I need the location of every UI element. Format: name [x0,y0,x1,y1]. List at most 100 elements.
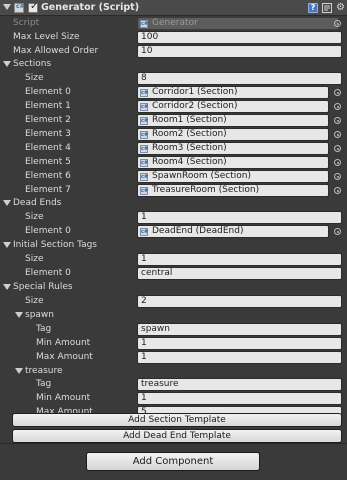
dead-end-asset-icon [140,227,148,237]
sections-foldout[interactable]: Sections [0,57,347,71]
special-rules-fold-arrow-icon[interactable] [3,284,11,290]
dead-ends-fold-arrow-icon[interactable] [3,200,11,206]
sections-size-label: Size [25,73,44,83]
object-picker-icon[interactable] [334,131,341,138]
dead-ends-size-label: Size [25,212,44,222]
dead-ends-foldout[interactable]: Dead Ends [0,196,347,210]
rule-max-input[interactable]: 1 [137,351,342,364]
initial-section-tags-size-input[interactable]: 1 [137,253,342,266]
section-object-field[interactable]: Room2 (Section) [137,128,329,141]
section-object-field[interactable]: Room3 (Section) [137,142,329,155]
section-value: Corridor1 (Section) [152,87,238,97]
component-title: Generator (Script) [41,2,140,13]
object-picker-icon[interactable] [334,103,341,110]
rule-name: spawn [25,310,54,320]
collapse-arrow-icon[interactable] [3,4,11,10]
rule-tag-row: Tag treasure [0,377,347,391]
element-label: Element 6 [25,171,71,181]
initial-section-tags-fold-arrow-icon[interactable] [3,242,11,248]
dead-end-object-field[interactable]: DeadEnd (DeadEnd) [137,225,329,238]
element-label: Element 7 [25,185,71,195]
rule-tag-input[interactable]: spawn [137,323,342,336]
rule-name: treasure [25,366,63,376]
enabled-checkbox[interactable] [28,1,38,13]
sections-size-input[interactable]: 8 [137,72,342,85]
section-object-field[interactable]: Room1 (Section) [137,114,329,127]
section-value: Room1 (Section) [152,115,227,125]
rule-max-row: Max Amount 1 [0,350,347,364]
object-picker-icon[interactable] [334,228,341,235]
help-icon[interactable]: ? [308,3,318,13]
section-value: TreasureRoom (Section) [152,185,260,195]
object-picker-icon[interactable] [334,117,341,124]
max-level-size-label: Max Level Size [13,32,80,42]
rule-tag-label: Tag [36,324,52,334]
add-component-button[interactable]: Add Component [86,452,260,471]
section-asset-icon [140,130,148,140]
script-asset-icon [140,19,148,29]
max-level-size-input[interactable]: 100 [137,31,342,44]
preset-icon[interactable] [322,3,332,13]
object-picker-icon[interactable] [334,145,341,152]
component-header[interactable]: Generator (Script) ? ⚙ [0,0,347,16]
sections-element-row: Element 3 Room2 (Section) [0,127,347,141]
dead-ends-element-row: Element 0 DeadEnd (DeadEnd) [0,224,347,238]
sections-element-row: Element 6 SpawnRoom (Section) [0,169,347,183]
rule-fold-arrow-icon[interactable] [15,312,23,318]
rule-min-input[interactable]: 1 [137,337,342,350]
script-icon [14,3,25,13]
special-rules-label: Special Rules [13,282,73,292]
element-label: Element 3 [25,129,71,139]
section-object-field[interactable]: Room4 (Section) [137,156,329,169]
section-asset-icon [140,158,148,168]
script-row: Script Generator [0,16,347,30]
element-label: Element 0 [25,226,71,236]
section-asset-icon [140,172,148,182]
object-picker-icon[interactable] [334,89,341,96]
initial-section-tag-input[interactable]: central [137,267,342,280]
sections-element-row: Element 7 TreasureRoom (Section) [0,183,347,197]
rule-min-label: Min Amount [36,393,91,403]
special-rules-size-label: Size [25,296,44,306]
sections-fold-arrow-icon[interactable] [3,61,11,67]
rule-tag-label: Tag [36,379,52,389]
object-picker-icon[interactable] [334,187,341,194]
add-dead-end-template-button[interactable]: Add Dead End Template [12,429,342,443]
rule-min-input[interactable]: 1 [137,392,342,405]
rule-foldout-treasure[interactable]: treasure [0,364,347,378]
dead-ends-label: Dead Ends [13,198,62,208]
object-picker-icon[interactable] [334,173,341,180]
max-allowed-order-label: Max Allowed Order [13,46,99,56]
object-picker-icon[interactable] [334,159,341,166]
divider [0,443,347,444]
initial-section-tags-size-label: Size [25,254,44,264]
rule-tag-input[interactable]: treasure [137,378,342,391]
element-label: Element 0 [25,87,71,97]
sections-size-row: Size 8 [0,71,347,85]
gear-icon[interactable]: ⚙ [336,3,346,13]
element-label: Element 1 [25,101,71,111]
sections-label: Sections [13,59,52,69]
section-value: Corridor2 (Section) [152,101,238,111]
initial-section-tags-foldout[interactable]: Initial Section Tags [0,238,347,252]
rule-foldout-spawn[interactable]: spawn [0,308,347,322]
rule-tag-row: Tag spawn [0,322,347,336]
add-section-template-button[interactable]: Add Section Template [12,413,342,427]
initial-section-tags-label: Initial Section Tags [13,240,97,250]
section-object-field[interactable]: Corridor2 (Section) [137,100,329,113]
section-object-field[interactable]: SpawnRoom (Section) [137,170,329,183]
section-value: Room4 (Section) [152,157,227,167]
rule-fold-arrow-icon[interactable] [15,368,23,374]
special-rules-size-input[interactable]: 2 [137,295,342,308]
section-value: Room2 (Section) [152,129,227,139]
dead-ends-size-input[interactable]: 1 [137,211,342,224]
script-label: Script [13,18,40,28]
object-picker-icon[interactable] [334,20,341,27]
dead-end-value: DeadEnd (DeadEnd) [152,226,244,236]
sections-element-row: Element 2 Room1 (Section) [0,113,347,127]
rule-min-label: Min Amount [36,338,91,348]
section-object-field[interactable]: Corridor1 (Section) [137,86,329,99]
special-rules-foldout[interactable]: Special Rules [0,280,347,294]
max-level-size-row: Max Level Size 100 [0,30,347,44]
section-value: SpawnRoom (Section) [152,171,251,181]
